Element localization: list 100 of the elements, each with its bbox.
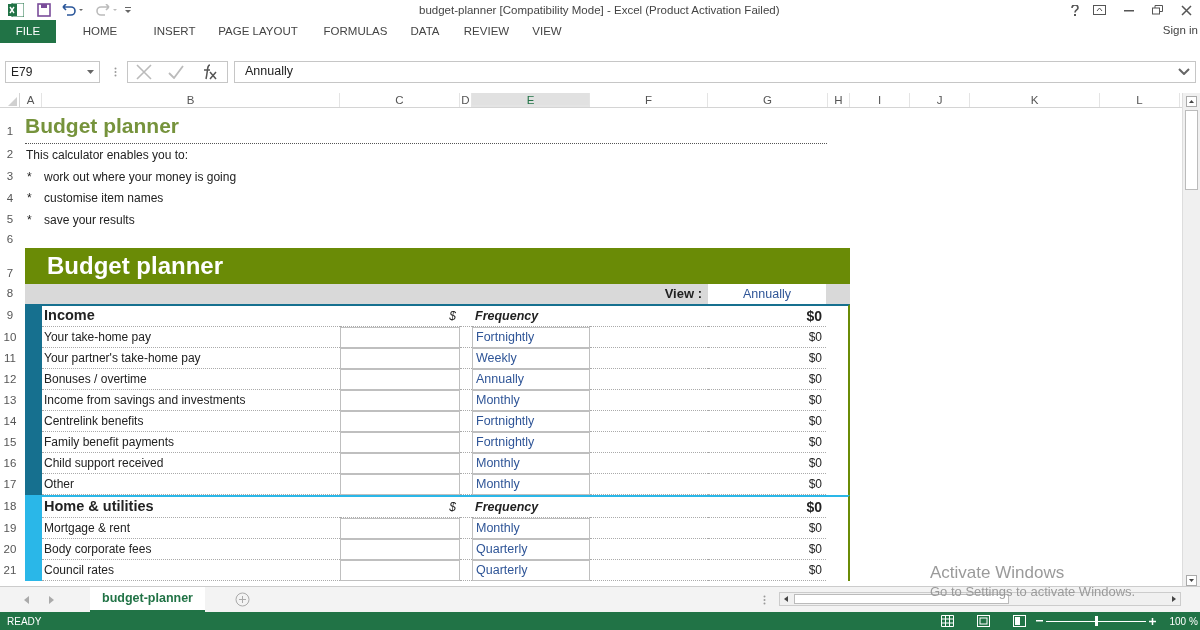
amount-input[interactable] [340, 560, 460, 581]
sheet-title: Budget planner [25, 112, 179, 139]
ribbon-tab[interactable]: INSERT [144, 22, 205, 41]
sheet-tab[interactable]: budget-planner [90, 587, 205, 612]
row-number[interactable]: 14 [0, 411, 20, 432]
zoom-slider-thumb[interactable] [1094, 616, 1098, 626]
help-icon[interactable] [1071, 4, 1079, 16]
frequency-dropdown[interactable]: Quarterly [472, 560, 590, 581]
expand-icon[interactable] [1178, 68, 1190, 75]
amount-input[interactable] [340, 453, 460, 474]
customize-toolbar-icon[interactable] [125, 6, 131, 14]
item-amount: $0 [808, 520, 822, 537]
splitter-icon[interactable] [763, 595, 766, 605]
zoom-in-icon[interactable] [1149, 617, 1157, 625]
frequency-dropdown[interactable]: Monthly [472, 518, 590, 539]
column-header[interactable]: E [472, 93, 590, 107]
vertical-scrollbar[interactable] [1182, 93, 1200, 586]
activation-title: Activate Windows [930, 563, 1066, 583]
row-number[interactable]: 5 [0, 209, 20, 231]
ribbon-tab[interactable]: DATA [400, 22, 450, 41]
amount-input[interactable] [340, 539, 460, 560]
page-break-icon[interactable] [1013, 615, 1027, 627]
scroll-up-icon[interactable] [1186, 96, 1197, 107]
zoom-slider[interactable] [1046, 616, 1147, 626]
amount-input[interactable] [340, 369, 460, 390]
excel-logo-icon[interactable] [8, 3, 24, 17]
dropdown-icon[interactable] [87, 69, 94, 74]
row-number[interactable]: 4 [0, 187, 20, 209]
item-amount: $0 [808, 562, 822, 579]
column-header[interactable]: G [708, 93, 828, 107]
formula-field[interactable]: Annually [234, 60, 1196, 83]
column-header[interactable]: L [1100, 93, 1180, 107]
scroll-down-icon[interactable] [1186, 575, 1197, 586]
frequency-label: Frequency [475, 307, 539, 325]
ribbon-display-icon[interactable] [1093, 5, 1106, 15]
column-header[interactable]: A [20, 93, 42, 107]
column-header[interactable]: J [910, 93, 970, 107]
row-number[interactable]: 2 [0, 144, 20, 166]
column-header[interactable]: F [590, 93, 708, 107]
frequency-dropdown[interactable]: Monthly [472, 474, 590, 495]
row-number[interactable]: 1 [0, 108, 20, 144]
row-number[interactable]: 8 [0, 284, 20, 304]
frequency-dropdown[interactable]: Monthly [472, 453, 590, 474]
currency-label: $ [449, 308, 456, 325]
frequency-dropdown[interactable]: Fortnightly [472, 327, 590, 348]
section-total: $0 [806, 497, 822, 517]
ribbon-tab[interactable]: HOME [56, 22, 144, 41]
column-header[interactable]: I [850, 93, 910, 107]
row-number[interactable]: 11 [0, 348, 20, 369]
close-icon[interactable] [1181, 4, 1192, 16]
row-number[interactable]: 9 [0, 304, 20, 327]
row-number[interactable]: 13 [0, 390, 20, 411]
column-header[interactable]: C [340, 93, 460, 107]
row-number[interactable]: 15 [0, 432, 20, 453]
amount-input[interactable] [340, 348, 460, 369]
file-tab[interactable]: FILE [0, 20, 56, 43]
undo-icon[interactable] [61, 4, 85, 16]
page-layout-icon[interactable] [977, 615, 991, 627]
row-number[interactable]: 19 [0, 518, 20, 539]
frequency-dropdown[interactable]: Weekly [472, 348, 590, 369]
normal-view-icon[interactable] [941, 615, 955, 627]
column-header[interactable]: B [42, 93, 340, 107]
frequency-dropdown[interactable]: Fortnightly [472, 411, 590, 432]
row-number[interactable]: 21 [0, 560, 20, 581]
ribbon-tab[interactable]: PAGE LAYOUT [205, 22, 311, 41]
amount-input[interactable] [340, 327, 460, 348]
status-text: READY [7, 614, 42, 629]
row-number[interactable]: 6 [0, 230, 20, 248]
save-icon[interactable] [37, 3, 51, 17]
row-number[interactable]: 16 [0, 453, 20, 474]
column-header[interactable]: H [828, 93, 850, 107]
frequency-dropdown[interactable]: Quarterly [472, 539, 590, 560]
item-amount: $0 [808, 371, 822, 388]
view-dropdown[interactable]: Annually [708, 284, 826, 304]
row-number[interactable]: 7 [0, 248, 20, 284]
ribbon-tab[interactable]: VIEW [523, 22, 571, 41]
frequency-dropdown[interactable]: Monthly [472, 390, 590, 411]
ribbon-tab[interactable]: REVIEW [450, 22, 523, 41]
row-number[interactable]: 3 [0, 166, 20, 188]
amount-input[interactable] [340, 518, 460, 539]
row-number[interactable]: 18 [0, 495, 20, 518]
row-number[interactable]: 10 [0, 327, 20, 348]
amount-input[interactable] [340, 432, 460, 453]
row-number[interactable]: 17 [0, 474, 20, 495]
zoom-percent[interactable]: 100 % [1169, 613, 1198, 629]
scroll-thumb[interactable] [1185, 110, 1198, 190]
name-box[interactable]: E79 [5, 60, 100, 83]
row-number[interactable]: 12 [0, 369, 20, 390]
frequency-dropdown[interactable]: Fortnightly [472, 432, 590, 453]
frequency-dropdown[interactable]: Annually [472, 369, 590, 390]
amount-input[interactable] [340, 411, 460, 432]
column-header[interactable]: K [970, 93, 1100, 107]
restore-icon[interactable] [1152, 5, 1163, 15]
amount-input[interactable] [340, 390, 460, 411]
ribbon-tab[interactable]: FORMULAS [311, 22, 400, 41]
row-number[interactable]: 20 [0, 539, 20, 560]
sign-in-link[interactable]: Sign in [1162, 22, 1198, 40]
item-amount: $0 [808, 350, 822, 367]
enter-check-icon[interactable] [168, 64, 185, 79]
amount-input[interactable] [340, 474, 460, 495]
